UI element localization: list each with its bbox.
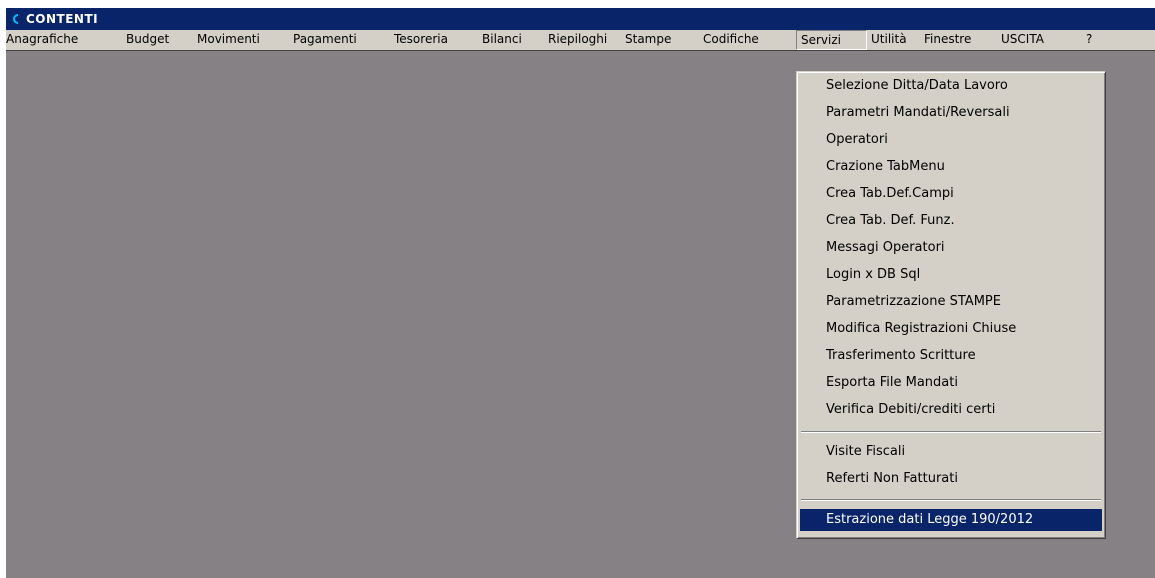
- menu-servizi[interactable]: Servizi: [796, 30, 867, 50]
- menu-stampe[interactable]: Stampe: [625, 30, 671, 50]
- menu-help[interactable]: ?: [1086, 30, 1092, 50]
- menu-budget[interactable]: Budget: [126, 30, 169, 50]
- menu-separator: [801, 499, 1101, 501]
- menu-uscita[interactable]: USCITA: [1001, 30, 1044, 50]
- servizi-dropdown-menu: Selezione Ditta/Data Lavoro Parametri Ma…: [796, 71, 1106, 539]
- menuitem-referti-non-fatturati[interactable]: Referti Non Fatturati: [800, 468, 1102, 490]
- menu-movimenti[interactable]: Movimenti: [197, 30, 260, 50]
- menu-bilanci[interactable]: Bilanci: [482, 30, 522, 50]
- menuitem-trasferimento-scritture[interactable]: Trasferimento Scritture: [800, 345, 1102, 367]
- menuitem-estrazione-dati-legge[interactable]: Estrazione dati Legge 190/2012: [800, 509, 1102, 531]
- window-title: CONTENTI: [26, 12, 99, 26]
- menu-pagamenti[interactable]: Pagamenti: [293, 30, 357, 50]
- menuitem-modifica-registrazioni[interactable]: Modifica Registrazioni Chiuse: [800, 318, 1102, 340]
- menu-riepiloghi[interactable]: Riepiloghi: [548, 30, 607, 50]
- menuitem-operatori[interactable]: Operatori: [800, 129, 1102, 151]
- menuitem-visite-fiscali[interactable]: Visite Fiscali: [800, 441, 1102, 463]
- menu-finestre[interactable]: Finestre: [924, 30, 971, 50]
- title-bar[interactable]: CONTENTI: [6, 8, 1155, 30]
- menuitem-crazione-tabmenu[interactable]: Crazione TabMenu: [800, 156, 1102, 178]
- menuitem-parametri-mandati[interactable]: Parametri Mandati/Reversali: [800, 102, 1102, 124]
- menuitem-selezione-ditta[interactable]: Selezione Ditta/Data Lavoro: [800, 75, 1102, 97]
- menuitem-login-db-sql[interactable]: Login x DB Sql: [800, 264, 1102, 286]
- menu-separator: [801, 431, 1101, 433]
- menu-tesoreria[interactable]: Tesoreria: [394, 30, 448, 50]
- menuitem-esporta-file-mandati[interactable]: Esporta File Mandati: [800, 372, 1102, 394]
- menu-utilita[interactable]: Utilità: [871, 30, 907, 50]
- menuitem-verifica-debiti[interactable]: Verifica Debiti/crediti certi: [800, 399, 1102, 421]
- app-icon: [13, 14, 18, 24]
- menu-bar: Anagrafiche Budget Movimenti Pagamenti T…: [6, 30, 1155, 51]
- menuitem-parametrizzazione-stampe[interactable]: Parametrizzazione STAMPE: [800, 291, 1102, 313]
- menuitem-crea-tab-def-funz[interactable]: Crea Tab. Def. Funz.: [800, 210, 1102, 232]
- menuitem-crea-tab-def-campi[interactable]: Crea Tab.Def.Campi: [800, 183, 1102, 205]
- menu-anagrafiche[interactable]: Anagrafiche: [6, 30, 78, 50]
- menuitem-messagi-operatori[interactable]: Messagi Operatori: [800, 237, 1102, 259]
- menu-codifiche[interactable]: Codifiche: [703, 30, 759, 50]
